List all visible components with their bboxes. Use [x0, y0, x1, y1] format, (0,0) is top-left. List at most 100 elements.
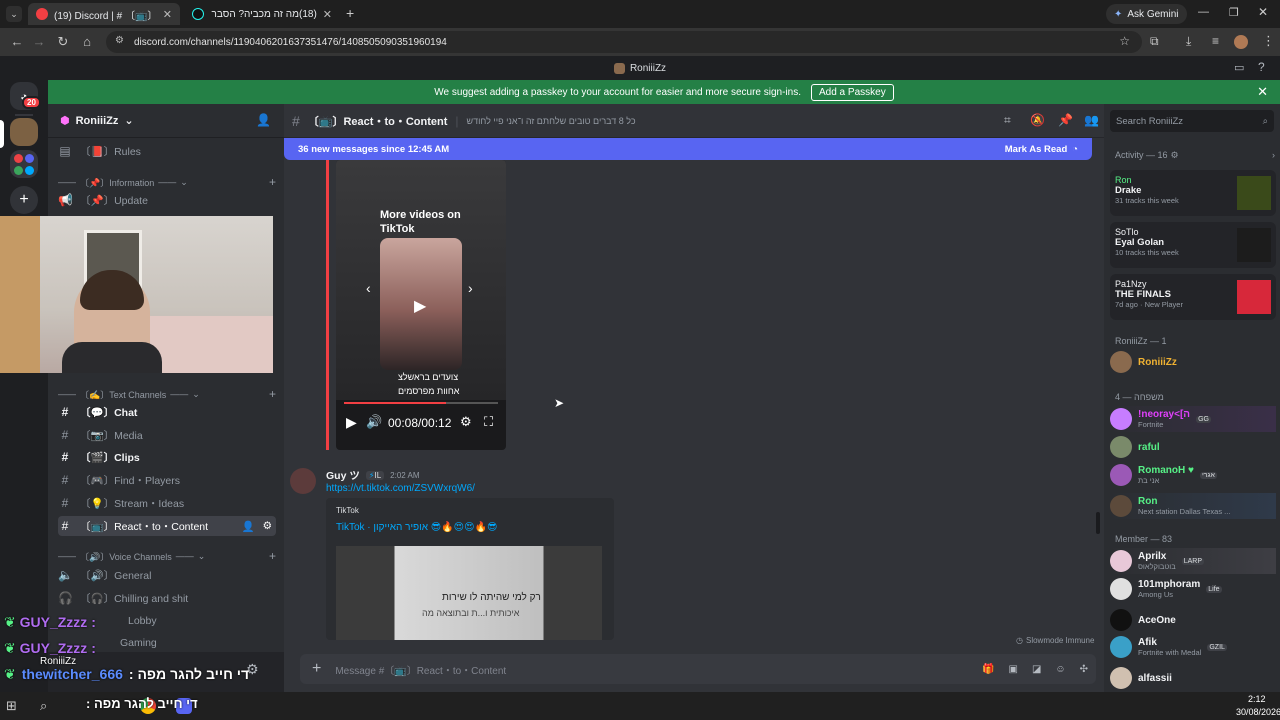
video-settings-icon[interactable]: ⚙	[460, 414, 472, 430]
tiktok-video-player[interactable]: More videos on TikTok ▶ ‹ › צועדים בראשל…	[336, 160, 506, 450]
apps-icon[interactable]: ✣	[1080, 664, 1088, 675]
activity-card[interactable]: SoTlo Eyal Golan 10 tracks this week	[1110, 222, 1276, 268]
server-roniiizz[interactable]	[10, 118, 38, 146]
reading-list-icon[interactable]: ≡	[1212, 34, 1219, 48]
forward-icon[interactable]: →	[26, 34, 52, 49]
member-aceone[interactable]: AceOne	[1110, 607, 1276, 633]
category-information[interactable]: —— 〔📌〕Information —— ⌄ +	[58, 174, 276, 190]
downloads-icon[interactable]: ⤓	[1186, 34, 1191, 49]
emoji-icon[interactable]: ☺	[1055, 664, 1065, 675]
home-icon[interactable]: ⌂	[74, 34, 100, 49]
selected-server-pill	[0, 120, 4, 148]
fullscreen-icon[interactable]: ⛶	[484, 414, 493, 430]
gif-icon[interactable]: ▣	[1008, 664, 1017, 675]
threads-icon[interactable]: ⌗	[1004, 113, 1011, 128]
restore-icon[interactable]: ❐	[1229, 6, 1239, 19]
play-icon[interactable]: ▶	[346, 414, 357, 431]
member-aprilx[interactable]: Aprilx בוטבוקלאוס LARP	[1110, 548, 1276, 574]
help-icon[interactable]: ?	[1258, 60, 1265, 74]
message-composer[interactable]: + Message #〔📺〕React・to・Content 🎁 ▣ ◪ ☺ ✣	[300, 654, 1096, 684]
hash-icon: #	[61, 519, 69, 533]
server-folder[interactable]	[10, 150, 38, 178]
channel-rules[interactable]: ▤ 〔📕〕Rules	[58, 141, 276, 161]
reload-icon[interactable]: ↻	[50, 34, 76, 50]
sticker-icon[interactable]: ◪	[1032, 664, 1041, 675]
pin-icon[interactable]: 📌	[1058, 113, 1073, 127]
member-ron[interactable]: Ron Next station Dallas Texas ...	[1110, 493, 1276, 519]
play-thumbnail-icon: ▶	[414, 298, 427, 315]
url-field[interactable]: ⚙ discord.com/channels/11904062016373514…	[106, 31, 1142, 53]
message-avatar[interactable]	[290, 468, 316, 494]
embed-title[interactable]: TikTok · אופיר האייקון 😎🔥😍😍🔥😎	[336, 522, 497, 533]
activity-card[interactable]: Pa1Nzy THE FINALS 7d ago · New Player	[1110, 274, 1276, 320]
invite-people-icon[interactable]: 👤	[256, 113, 271, 127]
channel-chat[interactable]: # 〔💬〕Chat	[58, 402, 276, 422]
mark-read-icon: ◔	[1072, 143, 1078, 155]
tab-search-icon[interactable]: ⌄	[6, 6, 22, 22]
avatar	[1110, 609, 1132, 631]
message-input[interactable]: Message #〔📺〕React・to・Content	[335, 662, 506, 677]
close-tab-icon[interactable]: ✕	[323, 8, 332, 21]
webcam-wall-cabinet	[0, 216, 40, 373]
site-info-icon[interactable]: ⚙	[115, 35, 124, 46]
channel-clips[interactable]: # 〔🎬〕Clips	[58, 447, 276, 467]
channel-react-to-content[interactable]: # 〔📺〕React・to・Content 👤 ⚙	[58, 516, 276, 536]
gift-icon[interactable]: 🎁	[982, 664, 994, 675]
close-tab-icon[interactable]: ✕	[163, 8, 172, 21]
next-video-icon[interactable]: ›	[468, 280, 473, 296]
gear-icon[interactable]: ⚙	[263, 520, 272, 532]
server-header[interactable]: ⬢ RoniiiZz ⌄ 👤	[48, 104, 284, 138]
tab-tiktok[interactable]: (18)מה זה מכביה? הסבר קצר ע ✕	[184, 3, 340, 25]
new-messages-bar[interactable]: 36 new messages since 12:45 AM Mark As R…	[284, 138, 1092, 160]
activity-header[interactable]: Activity — 16 ⚙ ›	[1115, 150, 1275, 161]
category-text-channels[interactable]: —— 〔✍️〕Text Channels —— ⌄ +	[58, 386, 276, 402]
extensions-icon[interactable]: ⧉	[1150, 34, 1159, 49]
voice-chilling[interactable]: 🎧 〔🎧〕Chilling and shit	[58, 588, 276, 608]
channel-update[interactable]: 📢 〔📌〕Update	[58, 190, 276, 210]
invite-icon[interactable]: 👤	[242, 520, 255, 533]
member-badge: GG	[1196, 415, 1211, 423]
category-voice-channels[interactable]: —— 〔🔊〕Voice Channels —— ⌄ +	[58, 548, 276, 564]
upload-plus-icon[interactable]: +	[312, 660, 321, 678]
prev-video-icon[interactable]: ‹	[366, 280, 371, 296]
minimize-icon[interactable]: —	[1198, 6, 1209, 18]
search-input[interactable]: Search RoniiiZz ⌕	[1110, 110, 1274, 132]
chat-scrollbar[interactable]	[1096, 512, 1100, 534]
channel-media[interactable]: # 〔📷〕Media	[58, 425, 276, 445]
bookmark-star-icon[interactable]: ☆	[1119, 34, 1130, 48]
mark-as-read-button[interactable]: Mark As Read	[1005, 144, 1067, 155]
new-tab-icon[interactable]: +	[346, 5, 354, 21]
search-icon[interactable]: ⌕	[40, 698, 47, 714]
profile-avatar[interactable]	[1234, 35, 1248, 49]
start-icon[interactable]: ⊞	[6, 698, 17, 714]
activity-card[interactable]: Ron Drake 31 tracks this week	[1110, 170, 1276, 216]
message-author[interactable]: Guy ツ	[326, 468, 360, 483]
member-raful[interactable]: raful	[1110, 434, 1276, 460]
inbox-icon[interactable]: ▭	[1234, 61, 1244, 74]
member-romanoh[interactable]: RomanoH ♥ אני בת אגרי	[1110, 462, 1276, 488]
browser-menu-icon[interactable]: ⋮	[1262, 33, 1275, 49]
message-link[interactable]: https://vt.tiktok.com/ZSVWxrqW6/	[326, 483, 475, 494]
member-afik[interactable]: Afik Fortnite with Medal GZIL	[1110, 634, 1276, 660]
close-banner-icon[interactable]: ✕	[1257, 84, 1268, 100]
add-passkey-button[interactable]: Add a Passkey	[810, 83, 894, 101]
member-neoray[interactable]: !neoray<[ה Fortnite GG	[1110, 406, 1276, 432]
add-server-button[interactable]: +	[10, 186, 38, 214]
channel-stream-ideas[interactable]: # 〔💡〕Stream・Ideas	[58, 493, 276, 513]
add-channel-icon[interactable]: +	[269, 549, 276, 563]
window-close-icon[interactable]: ✕	[1258, 5, 1268, 19]
add-channel-icon[interactable]: +	[269, 175, 276, 189]
webcam-overlay	[0, 216, 273, 373]
voice-general[interactable]: 🔈 〔🔊〕General	[58, 565, 276, 585]
volume-icon[interactable]: 🔊	[366, 414, 382, 430]
ask-gemini-button[interactable]: ✦ Ask Gemini	[1106, 4, 1187, 24]
add-channel-icon[interactable]: +	[269, 387, 276, 401]
tab-discord[interactable]: (19) Discord | # 〔📺〕React・to・ ✕	[28, 3, 180, 25]
member-101mphoram[interactable]: 101mphoram Among Us Life	[1110, 576, 1276, 602]
member-list-icon[interactable]: 👥	[1084, 113, 1099, 127]
channel-find-players[interactable]: # 〔🎮〕Find・Players	[58, 470, 276, 490]
member-alfassii[interactable]: alfassii	[1110, 665, 1276, 691]
member-roniiizz[interactable]: RoniiiZz	[1110, 349, 1276, 375]
embed-caption: רק למי שהיתה לו שירות	[442, 592, 541, 603]
mute-bell-icon[interactable]: 🔕	[1030, 113, 1045, 127]
